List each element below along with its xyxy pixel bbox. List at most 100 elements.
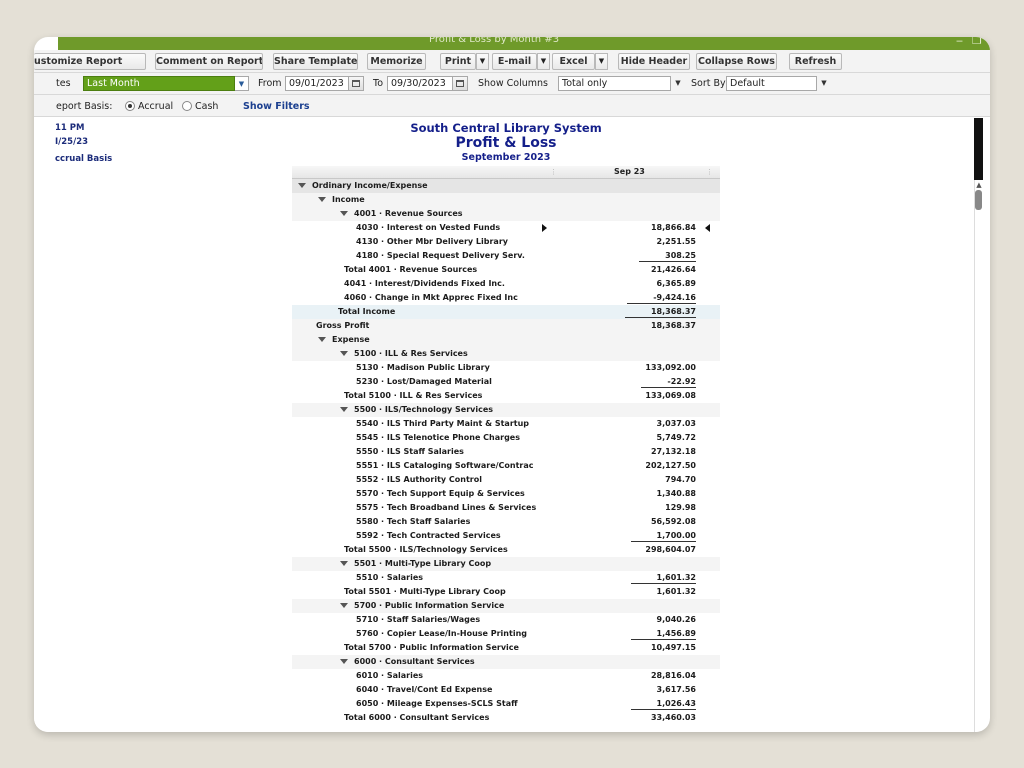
report-row[interactable]: 4060 · Change in Mkt Apprec Fixed Inc -9,… (292, 291, 720, 305)
row-value[interactable]: 27,132.18 (651, 447, 696, 456)
hide-header-button[interactable]: Hide Header (618, 53, 690, 70)
report-row[interactable]: 5230 · Lost/Damaged Material -22.92 (292, 375, 720, 389)
report-row[interactable]: Total 5100 · ILL & Res Services 133,069.0… (292, 389, 720, 403)
report-row[interactable]: 4041 · Interest/Dividends Fixed Inc. 6,36… (292, 277, 720, 291)
cash-radio[interactable] (182, 101, 192, 111)
report-row[interactable]: 6000 · Consultant Services (292, 655, 720, 669)
row-value[interactable]: 1,340.88 (657, 489, 696, 498)
report-row[interactable]: Income (292, 193, 720, 207)
row-value[interactable]: 18,866.84 (651, 223, 696, 232)
collapse-toggle-icon[interactable] (340, 561, 348, 566)
dates-dropdown-icon[interactable]: ▼ (235, 76, 249, 91)
report-row[interactable]: 5501 · Multi-Type Library Coop (292, 557, 720, 571)
row-value[interactable]: -9,424.16 (627, 292, 696, 304)
report-row[interactable]: 4001 · Revenue Sources (292, 207, 720, 221)
show-columns-select[interactable]: Total only (558, 76, 671, 91)
refresh-button[interactable]: Refresh (789, 53, 842, 70)
row-value[interactable]: 298,604.07 (645, 545, 696, 554)
row-value[interactable]: 18,368.37 (651, 321, 696, 330)
report-row[interactable]: 5130 · Madison Public Library 133,092.00 (292, 361, 720, 375)
report-row[interactable]: Total 5500 · ILS/Technology Services 298,… (292, 543, 720, 557)
report-row[interactable]: 4030 · Interest on Vested Funds 18,866.84 (292, 221, 720, 235)
row-value[interactable]: 9,040.26 (657, 615, 696, 624)
row-value[interactable]: 21,426.64 (651, 265, 696, 274)
report-row[interactable]: 4130 · Other Mbr Delivery Library 2,251.5… (292, 235, 720, 249)
row-value[interactable]: 3,617.56 (657, 685, 696, 694)
print-button[interactable]: Print (440, 53, 476, 70)
row-value[interactable]: 202,127.50 (645, 461, 696, 470)
collapse-toggle-icon[interactable] (318, 197, 326, 202)
print-dropdown-icon[interactable]: ▼ (476, 53, 489, 70)
row-value[interactable]: 794.70 (665, 475, 696, 484)
report-row[interactable]: 5552 · ILS Authority Control 794.70 (292, 473, 720, 487)
report-row[interactable]: 5592 · Tech Contracted Services 1,700.00 (292, 529, 720, 543)
collapse-toggle-icon[interactable] (340, 659, 348, 664)
collapse-toggle-icon[interactable] (340, 211, 348, 216)
row-value[interactable]: 2,251.55 (657, 237, 696, 246)
customize-report-button[interactable]: ustomize Report (34, 53, 146, 70)
row-value[interactable]: 18,368.37 (624, 306, 696, 318)
excel-button[interactable]: Excel (552, 53, 595, 70)
email-dropdown-icon[interactable]: ▼ (537, 53, 550, 70)
to-calendar-icon[interactable] (453, 76, 468, 91)
show-filters-link[interactable]: Show Filters (243, 101, 310, 112)
report-row[interactable]: 4180 · Special Request Delivery Serv. 308… (292, 249, 720, 263)
report-row[interactable]: 5570 · Tech Support Equip & Services 1,34… (292, 487, 720, 501)
collapse-toggle-icon[interactable] (340, 407, 348, 412)
scroll-up-icon[interactable]: ▲ (975, 181, 983, 189)
sort-dropdown-icon[interactable]: ▼ (817, 76, 831, 91)
memorize-button[interactable]: Memorize (367, 53, 426, 70)
row-value[interactable]: 129.98 (665, 503, 696, 512)
collapse-toggle-icon[interactable] (298, 183, 306, 188)
report-row[interactable]: 5710 · Staff Salaries/Wages 9,040.26 (292, 613, 720, 627)
columns-dropdown-icon[interactable]: ▼ (671, 76, 685, 91)
report-row[interactable]: Total 4001 · Revenue Sources 21,426.64 (292, 263, 720, 277)
vertical-scrollbar[interactable] (974, 180, 983, 732)
collapse-toggle-icon[interactable] (318, 337, 326, 342)
row-value[interactable]: 1,700.00 (630, 530, 696, 542)
share-template-button[interactable]: Share Template (273, 53, 358, 70)
row-value[interactable]: 5,749.72 (657, 433, 696, 442)
from-date-input[interactable]: 09/01/2023 (285, 76, 349, 91)
report-row[interactable]: 5510 · Salaries 1,601.32 (292, 571, 720, 585)
row-value[interactable]: 1,456.89 (630, 628, 696, 640)
report-row[interactable]: 5540 · ILS Third Party Maint & Startup 3,… (292, 417, 720, 431)
report-row[interactable]: 6010 · Salaries 28,816.04 (292, 669, 720, 683)
row-value[interactable]: 1,601.32 (657, 587, 696, 596)
row-value[interactable]: 56,592.08 (651, 517, 696, 526)
report-row[interactable]: 5550 · ILS Staff Salaries 27,132.18 (292, 445, 720, 459)
dates-select[interactable]: Last Month (83, 76, 235, 91)
report-row[interactable]: 5760 · Copier Lease/In-House Printing 1,4… (292, 627, 720, 641)
email-button[interactable]: E-mail (492, 53, 537, 70)
row-value[interactable]: 10,497.15 (651, 643, 696, 652)
report-row[interactable]: Total Income 18,368.37 (292, 305, 720, 319)
collapse-toggle-icon[interactable] (340, 351, 348, 356)
row-value[interactable]: 1,026.43 (630, 698, 696, 710)
report-row[interactable]: Ordinary Income/Expense (292, 179, 720, 193)
report-row[interactable]: 6040 · Travel/Cont Ed Expense 3,617.56 (292, 683, 720, 697)
collapse-rows-button[interactable]: Collapse Rows (696, 53, 777, 70)
collapse-toggle-icon[interactable] (340, 603, 348, 608)
row-value[interactable]: 308.25 (639, 250, 696, 262)
from-calendar-icon[interactable] (349, 76, 364, 91)
row-value[interactable]: 133,069.08 (645, 391, 696, 400)
row-value[interactable]: 6,365.89 (657, 279, 696, 288)
report-row[interactable]: Expense (292, 333, 720, 347)
row-value[interactable]: 3,037.03 (657, 419, 696, 428)
report-row[interactable]: Gross Profit 18,368.37 (292, 319, 720, 333)
report-row[interactable]: 5100 · ILL & Res Services (292, 347, 720, 361)
report-row[interactable]: Total 5501 · Multi-Type Library Coop 1,60… (292, 585, 720, 599)
maximize-icon[interactable]: ❐ (972, 37, 982, 47)
comment-on-report-button[interactable]: Comment on Report (155, 53, 263, 70)
to-date-input[interactable]: 09/30/2023 (387, 76, 453, 91)
report-row[interactable]: Total 6000 · Consultant Services 33,460.0… (292, 711, 720, 725)
excel-dropdown-icon[interactable]: ▼ (595, 53, 608, 70)
report-row[interactable]: 5700 · Public Information Service (292, 599, 720, 613)
row-value[interactable]: 28,816.04 (651, 671, 696, 680)
report-row[interactable]: 5545 · ILS Telenotice Phone Charges 5,749… (292, 431, 720, 445)
row-value[interactable]: 33,460.03 (651, 713, 696, 722)
report-row[interactable]: 5500 · ILS/Technology Services (292, 403, 720, 417)
report-row[interactable]: 5551 · ILS Cataloging Software/Contrac 20… (292, 459, 720, 473)
scrollbar-thumb[interactable] (975, 190, 982, 210)
report-row[interactable]: 5580 · Tech Staff Salaries 56,592.08 (292, 515, 720, 529)
